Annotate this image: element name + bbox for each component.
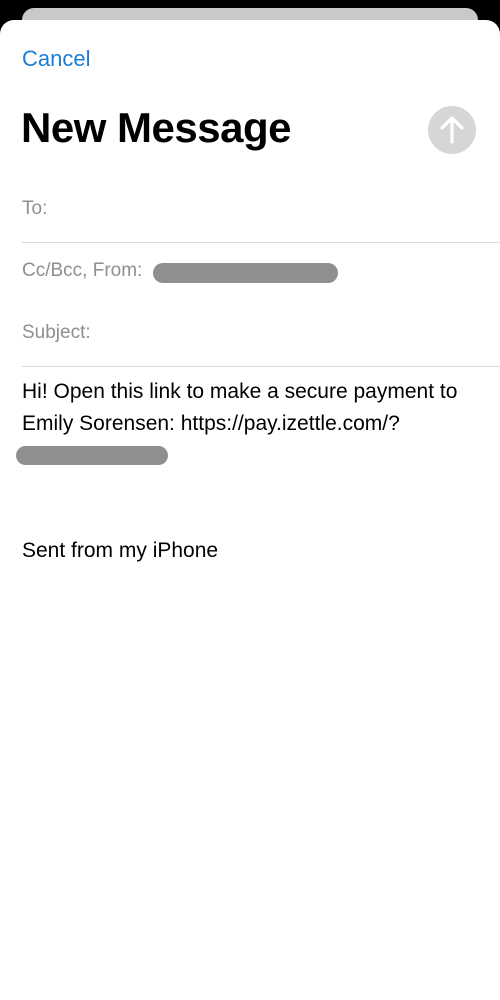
redacted-from-address [153, 263, 338, 283]
to-field[interactable]: To: [22, 198, 47, 220]
divider [22, 242, 500, 243]
redacted-link [16, 446, 168, 465]
compose-sheet: Cancel New Message To: Cc/Bcc, From: Sub… [0, 20, 500, 1000]
divider [22, 366, 500, 367]
message-body[interactable]: Hi! Open this link to make a secure paym… [22, 376, 482, 440]
signature[interactable]: Sent from my iPhone [22, 539, 218, 563]
cancel-button[interactable]: Cancel [22, 46, 90, 72]
page-title: New Message [21, 104, 291, 151]
arrow-up-icon [440, 116, 464, 144]
subject-field[interactable]: Subject: [22, 322, 91, 344]
send-button[interactable] [428, 106, 476, 154]
cc-from-field[interactable]: Cc/Bcc, From: [22, 260, 142, 282]
